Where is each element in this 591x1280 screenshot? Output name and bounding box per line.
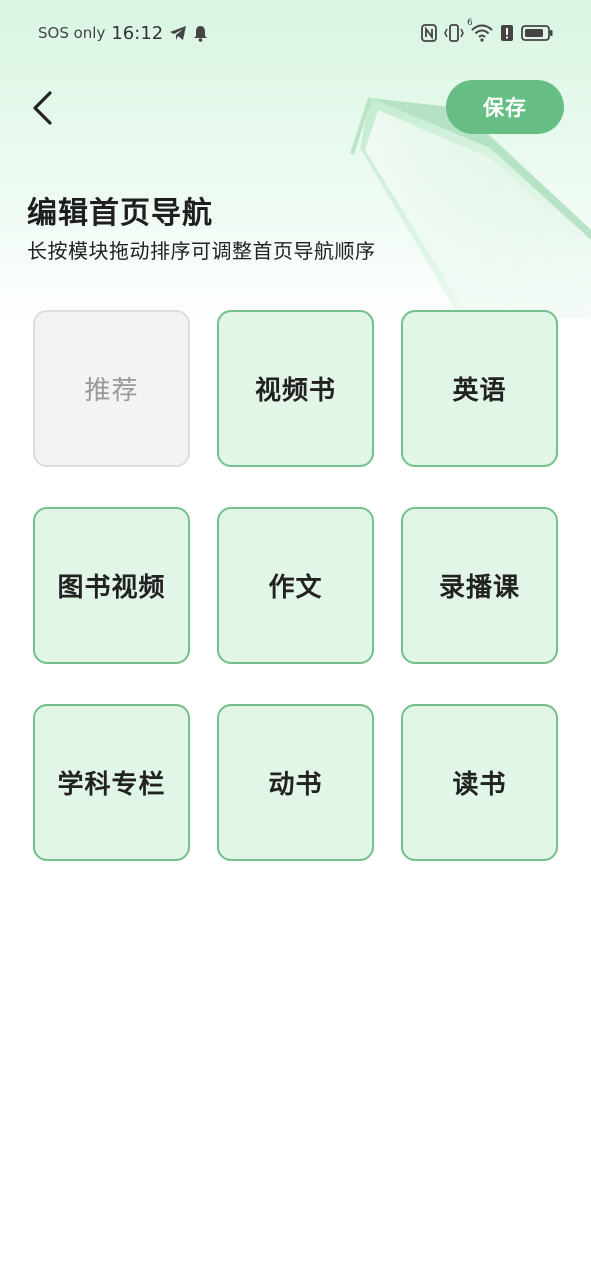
screen: SOS only 16:12 6 保存 编辑首页导航 长按模块拖动排序可调整首页… — [0, 0, 591, 1280]
alert-icon — [500, 24, 514, 42]
clock: 16:12 — [111, 22, 164, 44]
module-tile-video-book[interactable]: 视频书 — [217, 310, 374, 467]
page-title: 编辑首页导航 — [27, 196, 213, 231]
module-grid: 推荐 视频书 英语 图书视频 作文 录播课 学科专栏 动书 读书 — [33, 310, 558, 861]
battery-icon — [521, 24, 553, 42]
nfc-icon — [421, 24, 437, 42]
module-tile-reading[interactable]: 读书 — [401, 704, 558, 861]
carrier-label: SOS only — [38, 24, 106, 42]
module-tile-animated-book[interactable]: 动书 — [217, 704, 374, 861]
vibrate-icon — [444, 24, 464, 42]
wifi-badge: 6 — [467, 18, 473, 28]
module-tile-subject-column[interactable]: 学科专栏 — [33, 704, 190, 861]
status-bar: SOS only 16:12 6 — [0, 0, 591, 66]
module-tile-recommend: 推荐 — [33, 310, 190, 467]
back-button[interactable] — [22, 86, 62, 130]
save-button[interactable]: 保存 — [446, 80, 564, 134]
telegram-icon — [169, 25, 187, 41]
wifi-icon: 6 — [467, 18, 493, 42]
bell-icon — [193, 25, 208, 42]
module-tile-recorded-course[interactable]: 录播课 — [401, 507, 558, 664]
page-subtitle: 长按模块拖动排序可调整首页导航顺序 — [27, 239, 376, 263]
module-tile-composition[interactable]: 作文 — [217, 507, 374, 664]
chevron-left-icon — [33, 91, 52, 125]
module-tile-english[interactable]: 英语 — [401, 310, 558, 467]
module-tile-book-video[interactable]: 图书视频 — [33, 507, 190, 664]
